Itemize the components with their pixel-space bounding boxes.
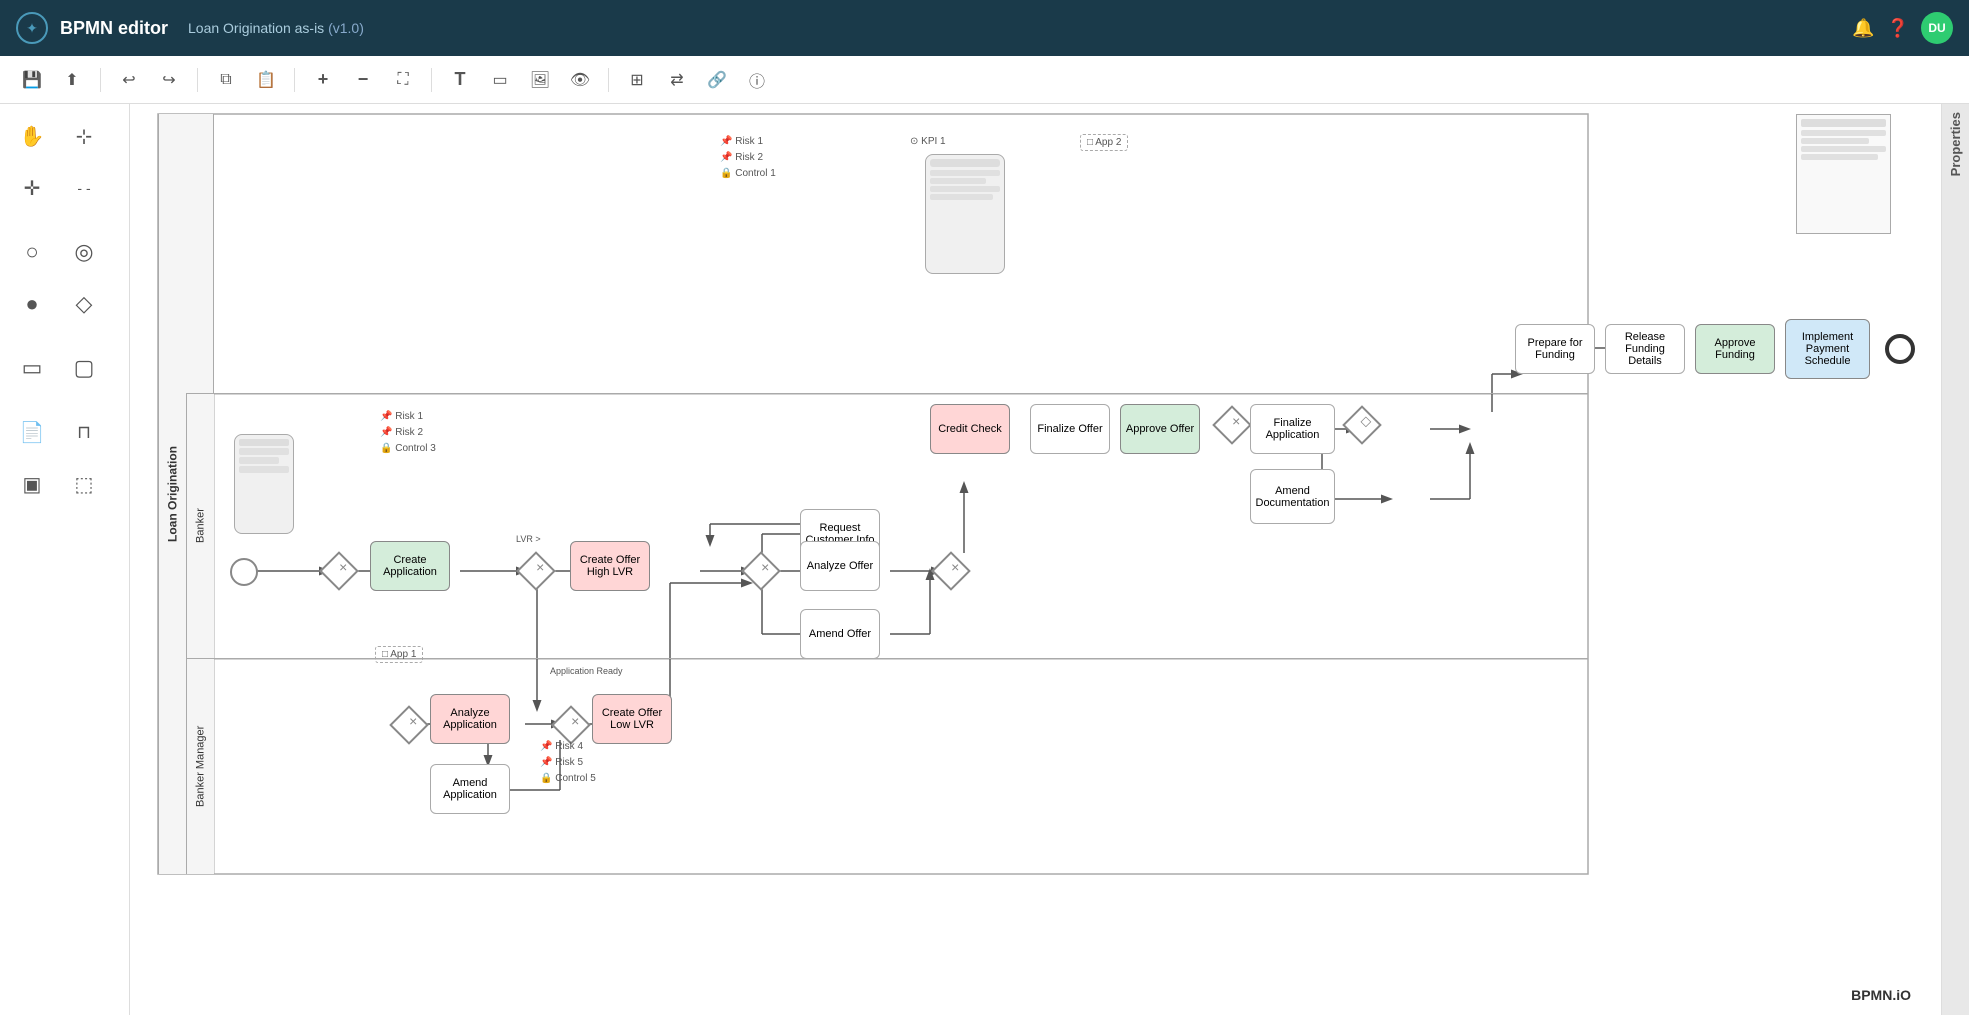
rectangle-tool[interactable]: ▭ bbox=[8, 344, 56, 392]
top-lane bbox=[186, 114, 1588, 394]
notification-icon[interactable]: 🔔 bbox=[1852, 18, 1874, 39]
create-offer-high-lvr-task[interactable]: Create Offer High LVR bbox=[570, 541, 650, 591]
diagram-name: Loan Origination as-is (v1.0) bbox=[188, 20, 364, 36]
document-tool[interactable]: 📄 bbox=[8, 408, 56, 456]
app1-annotation: □ App 1 bbox=[375, 646, 423, 663]
banker-lane-label: Banker bbox=[186, 394, 214, 658]
create-offer-low-lvr-task[interactable]: Create Offer Low LVR bbox=[592, 694, 672, 744]
bpmn-canvas: Loan Origination Banker Banker Manager 📌… bbox=[130, 104, 1941, 1015]
copy-button[interactable]: ⧉ bbox=[210, 64, 242, 96]
grid-button[interactable]: ⊞ bbox=[621, 64, 653, 96]
header: ✦ BPMN editor Loan Origination as-is (v1… bbox=[0, 0, 1969, 56]
select-tool[interactable]: ⊹ bbox=[60, 112, 108, 160]
user-avatar[interactable]: DU bbox=[1921, 12, 1953, 44]
help-icon[interactable]: ❓ bbox=[1887, 18, 1909, 39]
move-tool[interactable]: ✛ bbox=[8, 164, 56, 212]
banker-annotations: 📌 Risk 1 📌 Risk 2 🔒 Control 3 bbox=[380, 409, 436, 457]
zoom-in-button[interactable]: + bbox=[307, 64, 339, 96]
bm-annotations: 📌 Risk 4 📌 Risk 5 🔒 Control 5 bbox=[540, 739, 596, 787]
swimlane-main-label: Loan Origination bbox=[158, 114, 186, 874]
canvas-area[interactable]: Loan Origination Banker Banker Manager 📌… bbox=[130, 104, 1941, 1015]
app2-annotation: □ App 2 bbox=[1080, 134, 1128, 151]
connect-tool[interactable]: - - bbox=[60, 164, 108, 212]
amend-documentation-task[interactable]: Amend Documentation bbox=[1250, 469, 1335, 524]
amend-application-task[interactable]: Amend Application bbox=[430, 764, 510, 814]
start-event[interactable] bbox=[230, 558, 258, 586]
container-tool[interactable]: ▣ bbox=[8, 460, 56, 508]
export-button[interactable]: ⬆ bbox=[56, 64, 88, 96]
properties-thumbnail bbox=[1796, 114, 1891, 234]
paste-button[interactable]: 📋 bbox=[250, 64, 282, 96]
application-ready-annotation: Application Ready bbox=[550, 666, 623, 676]
share-button[interactable]: ⇄ bbox=[661, 64, 693, 96]
dashed-rect-tool[interactable]: ⬚ bbox=[60, 460, 108, 508]
lvr-annotation: LVR > bbox=[516, 534, 541, 544]
create-application-task[interactable]: Create Application bbox=[370, 541, 450, 591]
view-button[interactable]: 👁 bbox=[564, 64, 596, 96]
logo-icon: ✦ bbox=[16, 12, 48, 44]
approve-offer-task[interactable]: Approve Offer bbox=[1120, 404, 1200, 454]
phone-mockup-top bbox=[925, 154, 1005, 274]
header-actions: 🔔 ❓ DU bbox=[1852, 12, 1953, 44]
finalize-offer-task[interactable]: Finalize Offer bbox=[1030, 404, 1110, 454]
link-button[interactable]: 🔗 bbox=[701, 64, 733, 96]
finalize-application-task[interactable]: Finalize Application bbox=[1250, 404, 1335, 454]
app-title: BPMN editor bbox=[60, 18, 168, 39]
toolbar: 💾 ⬆ ↩ ↪ ⧉ 📋 + − ⛶ T ▭ 🖼 👁 ⊞ ⇄ 🔗 ⓘ bbox=[0, 56, 1969, 104]
implement-payment-schedule-task[interactable]: Implement Payment Schedule bbox=[1785, 319, 1870, 379]
circle-empty-tool[interactable]: ○ bbox=[8, 228, 56, 276]
top-lane-label bbox=[186, 114, 214, 393]
credit-check-task[interactable]: Credit Check bbox=[930, 404, 1010, 454]
phone-mockup-banker bbox=[234, 434, 294, 534]
fit-button[interactable]: ⛶ bbox=[387, 64, 419, 96]
hand-tool[interactable]: ✋ bbox=[8, 112, 56, 160]
diamond-tool[interactable]: ◇ bbox=[60, 280, 108, 328]
properties-label: Properties bbox=[1948, 112, 1963, 184]
text-button[interactable]: T bbox=[444, 64, 476, 96]
undo-button[interactable]: ↩ bbox=[113, 64, 145, 96]
bpmn-brand: BPMN.iO bbox=[1851, 987, 1911, 1003]
end-event[interactable] bbox=[1885, 334, 1915, 364]
banker-manager-lane-label: Banker Manager bbox=[186, 659, 214, 874]
circle-bold-tool[interactable]: ● bbox=[8, 280, 56, 328]
top-lane-annotations: 📌 Risk 1 📌 Risk 2 🔒 Control 1 bbox=[720, 134, 776, 182]
left-tool-panel: ✋ ⊹ ✛ - - ○ ◎ ● ◇ ▭ ▢ 📄 ⊓ ▣ ⬚ bbox=[0, 104, 130, 1015]
banker-manager-lane: Banker Manager bbox=[186, 659, 1588, 874]
release-funding-details-task[interactable]: Release Funding Details bbox=[1605, 324, 1685, 374]
right-panel[interactable]: Properties bbox=[1941, 104, 1969, 1015]
redo-button[interactable]: ↪ bbox=[153, 64, 185, 96]
approve-funding-task[interactable]: Approve Funding bbox=[1695, 324, 1775, 374]
info-button[interactable]: ⓘ bbox=[741, 64, 773, 96]
cylinder-tool[interactable]: ⊓ bbox=[60, 408, 108, 456]
rect-button[interactable]: ▭ bbox=[484, 64, 516, 96]
analyze-offer-task[interactable]: Analyze Offer bbox=[800, 541, 880, 591]
main-area: ✋ ⊹ ✛ - - ○ ◎ ● ◇ ▭ ▢ 📄 ⊓ ▣ ⬚ bbox=[0, 104, 1969, 1015]
image-button[interactable]: 🖼 bbox=[524, 64, 556, 96]
prepare-for-funding-task[interactable]: Prepare for Funding bbox=[1515, 324, 1595, 374]
circle-double-tool[interactable]: ◎ bbox=[60, 228, 108, 276]
save-button[interactable]: 💾 bbox=[16, 64, 48, 96]
amend-offer-task[interactable]: Amend Offer bbox=[800, 609, 880, 659]
analyze-application-task[interactable]: Analyze Application bbox=[430, 694, 510, 744]
zoom-out-button[interactable]: − bbox=[347, 64, 379, 96]
rounded-rect-tool[interactable]: ▢ bbox=[60, 344, 108, 392]
kpi-annotation: ⊙ KPI 1 bbox=[910, 134, 946, 150]
